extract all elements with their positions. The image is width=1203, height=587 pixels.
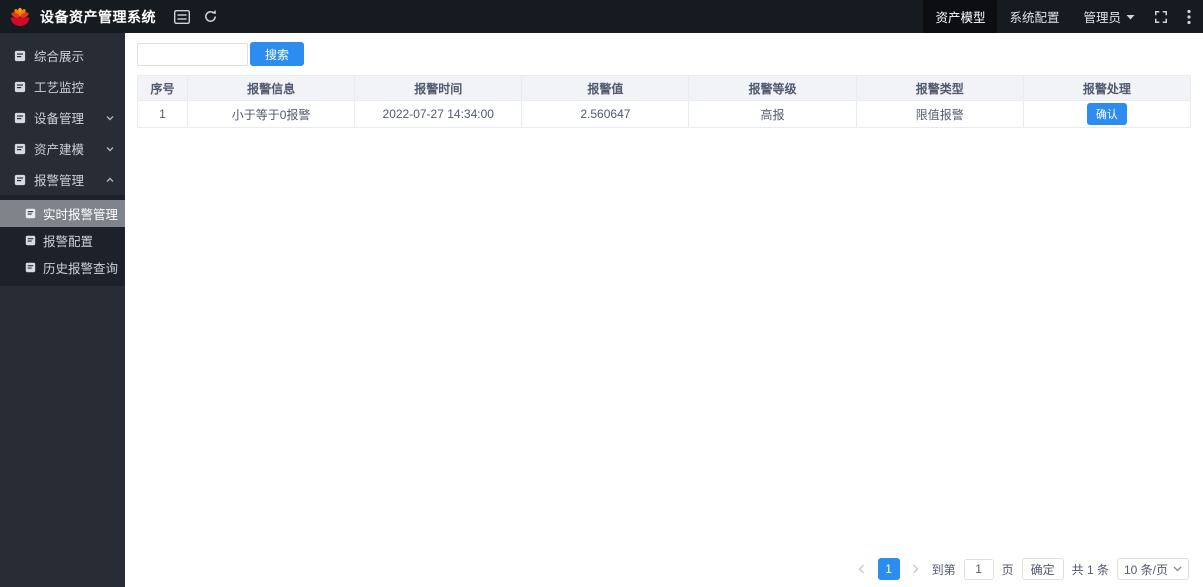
col-header-time: 报警时间 — [354, 75, 523, 101]
document-icon — [14, 143, 26, 155]
sidebar-item-device-mgmt[interactable]: 设备管理 — [0, 102, 125, 133]
chevron-down-icon — [1126, 14, 1135, 20]
table-header-row: 序号 报警信息 报警时间 报警值 报警等级 报警类型 报警处理 — [137, 75, 1192, 101]
col-header-level: 报警等级 — [688, 75, 857, 101]
app-title: 设备资产管理系统 — [40, 8, 156, 25]
search-input[interactable] — [137, 42, 248, 66]
col-header-info: 报警信息 — [186, 75, 356, 101]
sidebar-item-label: 报警管理 — [34, 174, 85, 188]
cell-level: 高报 — [688, 100, 857, 128]
table-row: 1 小于等于0报警 2022-07-27 14:34:00 2.560647 高… — [137, 100, 1192, 128]
page-label: 页 — [1001, 562, 1014, 577]
pagination: 1 到第 页 确定 共 1 条 10 条/页 — [854, 558, 1189, 580]
cell-type: 限值报警 — [855, 100, 1024, 128]
main-content: 搜索 序号 报警信息 报警时间 报警值 报警等级 报警类型 报警处理 1 小于等… — [125, 33, 1203, 587]
page-size-select[interactable]: 10 条/页 — [1116, 558, 1189, 580]
sidebar-item-alarm-history[interactable]: 历史报警查询 — [0, 254, 125, 281]
brand: 设备资产管理系统 — [0, 5, 168, 29]
search-row: 搜索 — [137, 42, 1191, 66]
sidebar: 综合展示 工艺监控 设备管理 资产建模 报警管理 实时报警管理 报警配置 历史报… — [0, 33, 125, 587]
document-icon — [25, 208, 36, 219]
chevron-up-icon — [105, 175, 115, 185]
topbar-right: 资产模型 系统配置 管理员 — [923, 0, 1203, 33]
sidebar-item-label: 资产建模 — [34, 143, 85, 157]
submenu-item-label: 历史报警查询 — [43, 262, 119, 276]
fullscreen-icon[interactable] — [1147, 0, 1175, 33]
chevron-down-icon — [105, 144, 115, 154]
document-icon — [14, 174, 26, 186]
topnav-asset-model[interactable]: 资产模型 — [923, 0, 998, 33]
sidebar-item-label: 综合展示 — [34, 50, 85, 64]
topbar: 设备资产管理系统 资产模型 系统配置 管理员 — [0, 0, 1203, 33]
chevron-down-icon — [1173, 566, 1182, 572]
sidebar-item-realtime-alarm[interactable]: 实时报警管理 — [0, 200, 125, 227]
refresh-icon[interactable] — [196, 0, 224, 33]
goto-page-input[interactable] — [963, 558, 994, 580]
app-logo-icon — [8, 5, 32, 29]
confirm-alarm-button[interactable]: 确认 — [1086, 103, 1127, 125]
search-button[interactable]: 搜索 — [250, 42, 305, 66]
user-name: 管理员 — [1083, 11, 1121, 25]
topnav-system-config[interactable]: 系统配置 — [997, 0, 1071, 33]
goto-label: 到第 — [931, 562, 956, 577]
total-count-label: 共 1 条 — [1071, 562, 1109, 577]
col-header-type: 报警类型 — [855, 75, 1024, 101]
col-header-action: 报警处理 — [1022, 75, 1192, 101]
submenu-item-label: 实时报警管理 — [43, 208, 119, 222]
document-icon — [14, 50, 26, 62]
document-icon — [14, 112, 26, 124]
sidebar-item-alarm-config[interactable]: 报警配置 — [0, 227, 125, 254]
chevron-down-icon — [105, 113, 115, 123]
sidebar-item-process-monitor[interactable]: 工艺监控 — [0, 71, 125, 102]
cell-index: 1 — [137, 100, 188, 128]
submenu-item-label: 报警配置 — [43, 235, 94, 249]
page-size-value: 10 条/页 — [1123, 562, 1168, 577]
cell-info: 小于等于0报警 — [186, 100, 356, 128]
cell-action: 确认 — [1022, 100, 1192, 128]
sidebar-item-asset-modeling[interactable]: 资产建模 — [0, 133, 125, 164]
sidebar-item-alarm-mgmt[interactable]: 报警管理 — [0, 164, 125, 195]
cell-value: 2.560647 — [521, 100, 690, 128]
alarm-table: 序号 报警信息 报警时间 报警值 报警等级 报警类型 报警处理 1 小于等于0报… — [137, 75, 1192, 128]
more-vertical-icon[interactable] — [1175, 0, 1203, 33]
page-number-button[interactable]: 1 — [877, 558, 900, 580]
prev-page-icon[interactable] — [854, 558, 870, 580]
sidebar-item-label: 工艺监控 — [34, 81, 85, 95]
col-header-index: 序号 — [137, 75, 188, 101]
sidebar-item-overview[interactable]: 综合展示 — [0, 40, 125, 71]
col-header-value: 报警值 — [521, 75, 690, 101]
alarm-submenu: 实时报警管理 报警配置 历史报警查询 — [0, 195, 125, 286]
menu-list-icon[interactable] — [168, 0, 196, 33]
document-icon — [25, 262, 36, 273]
document-icon — [25, 235, 36, 246]
next-page-icon[interactable] — [908, 558, 924, 580]
document-icon — [14, 81, 26, 93]
user-menu[interactable]: 管理员 — [1071, 0, 1147, 33]
goto-confirm-button[interactable]: 确定 — [1021, 558, 1064, 580]
cell-time: 2022-07-27 14:34:00 — [354, 100, 523, 128]
sidebar-item-label: 设备管理 — [34, 112, 85, 126]
